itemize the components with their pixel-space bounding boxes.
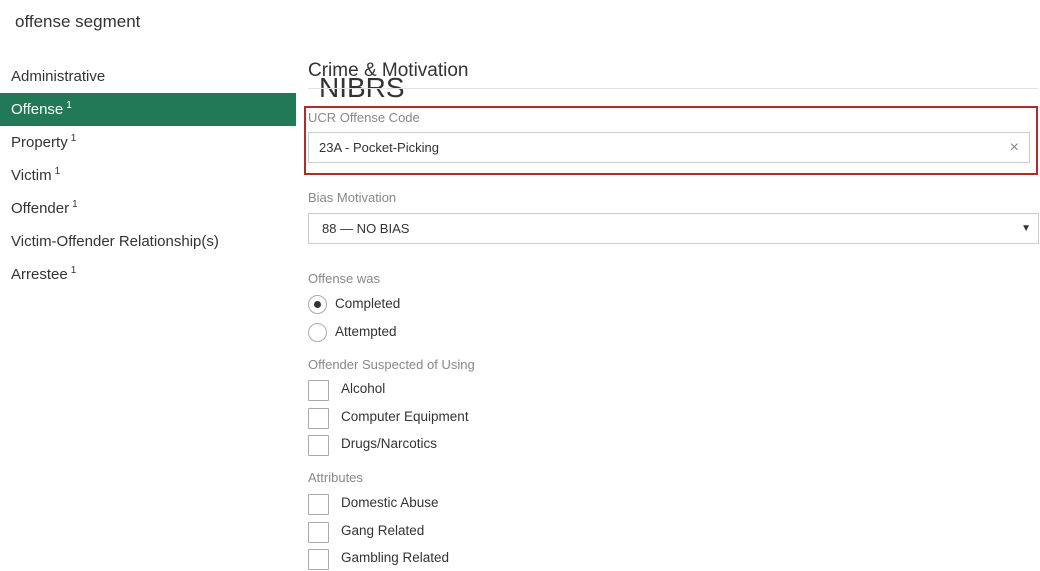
sidebar-item-offender[interactable]: Offender 1 xyxy=(0,192,296,225)
sidebar-item-label: Offense xyxy=(11,101,64,118)
checkbox[interactable] xyxy=(308,549,329,570)
sidebar-item-victim[interactable]: Victim 1 xyxy=(0,159,296,192)
sidebar-item-offense[interactable]: Offense 1 xyxy=(0,93,296,126)
count-badge: 1 xyxy=(72,199,78,210)
checkbox-label: Gang Related xyxy=(341,523,425,538)
page-subtitle: offense segment xyxy=(15,12,141,31)
radio-label: Completed xyxy=(335,296,401,311)
ucr-offense-code-input[interactable]: 23A - Pocket-Picking × xyxy=(308,132,1030,163)
section-title: Crime & Motivation xyxy=(308,60,1038,89)
sidebar-item-label: Arrestee xyxy=(11,266,68,283)
sidebar-item-victim-offender-relationships[interactable]: Victim-Offender Relationship(s) xyxy=(0,225,296,258)
sidebar-item-arrestee[interactable]: Arrestee 1 xyxy=(0,258,296,291)
main-panel: Crime & Motivation UCR Offense Code 23A … xyxy=(304,60,1039,570)
checkbox-label: Gambling Related xyxy=(341,550,450,565)
checkbox[interactable] xyxy=(308,494,329,515)
count-badge: 1 xyxy=(66,100,72,111)
radio-button[interactable] xyxy=(308,323,327,342)
sidebar-item-label: Offender xyxy=(11,200,70,217)
sidebar-item-label: Property xyxy=(11,134,68,151)
checkbox[interactable] xyxy=(308,435,329,456)
bias-motivation-label: Bias Motivation xyxy=(308,190,397,205)
count-badge: 1 xyxy=(54,166,61,177)
sidebar-item-label: Victim-Offender Relationship(s) xyxy=(11,233,219,250)
sidebar: Administrative Offense 1 Property 1 Victim… xyxy=(0,60,296,291)
count-badge: 1 xyxy=(70,133,77,144)
offense-was-label: Offense was xyxy=(308,271,381,286)
offender-suspected-label: Offender Suspected of Using xyxy=(308,357,475,372)
attributes-label: Attributes xyxy=(308,470,363,485)
checkbox-label: Domestic Abuse xyxy=(341,495,439,510)
checkbox[interactable] xyxy=(308,408,329,429)
checkbox[interactable] xyxy=(308,380,329,401)
checkbox[interactable] xyxy=(308,522,329,543)
checkbox-label: Computer Equipment xyxy=(341,409,469,424)
sidebar-item-label: Victim xyxy=(11,167,52,184)
sidebar-item-administrative[interactable]: Administrative xyxy=(0,60,296,93)
radio-label: Attempted xyxy=(335,324,397,339)
caret-down-icon: ▼ xyxy=(1021,223,1031,234)
checkbox-label: Alcohol xyxy=(341,381,386,396)
checkbox-label: Drugs/Narcotics xyxy=(341,436,438,451)
page-title: NIBRS offense segment xyxy=(11,12,405,103)
sidebar-item-property[interactable]: Property 1 xyxy=(0,126,296,159)
sidebar-item-label: Administrative xyxy=(11,68,106,85)
clear-icon[interactable]: × xyxy=(1010,133,1019,162)
bias-motivation-select[interactable]: 88 — NO BIAS ▼ xyxy=(308,213,1039,244)
bias-motivation-value: 88 — NO BIAS xyxy=(322,221,410,236)
radio-button[interactable] xyxy=(308,295,327,314)
ucr-offense-code-label: UCR Offense Code xyxy=(308,110,420,125)
ucr-offense-code-value: 23A - Pocket-Picking xyxy=(319,140,439,155)
count-badge: 1 xyxy=(70,265,77,276)
